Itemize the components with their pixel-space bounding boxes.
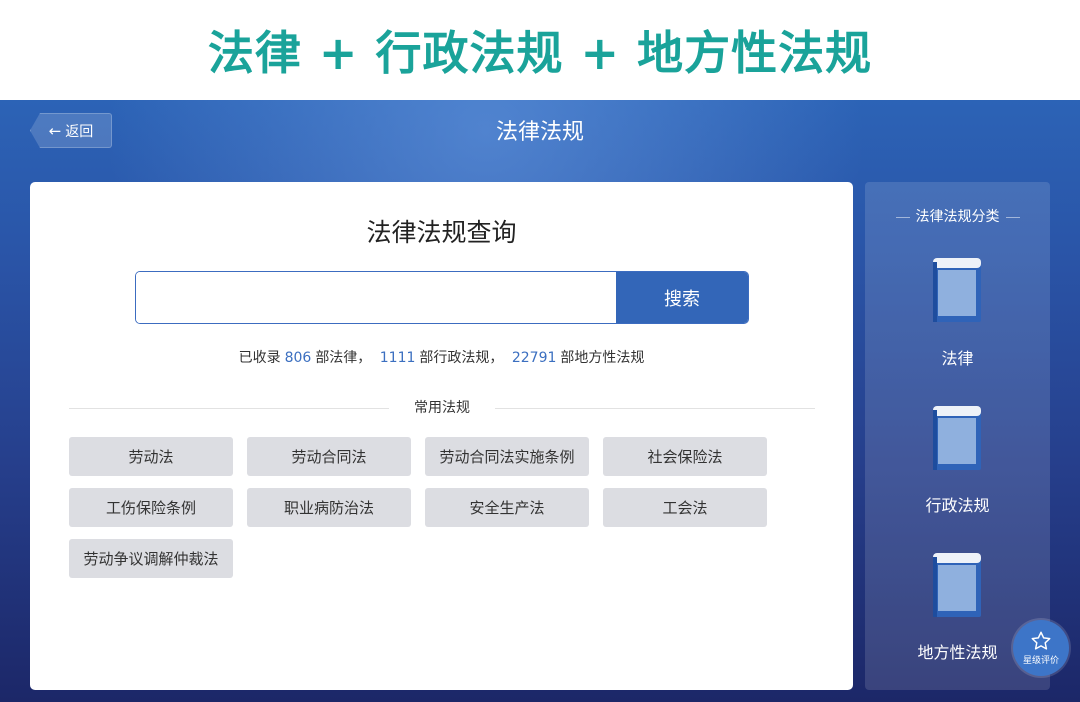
book-icon <box>933 553 981 617</box>
law-tag-work-injury-regulations[interactable]: 工伤保险条例 <box>69 488 233 527</box>
law-tag-labor-dispute-law[interactable]: 劳动争议调解仲裁法 <box>69 539 233 578</box>
book-icon <box>933 258 981 322</box>
local-count: 22791 <box>511 350 557 366</box>
law-tag-labor-contract-law[interactable]: 劳动合同法 <box>247 437 411 476</box>
search-input[interactable] <box>136 272 616 323</box>
common-laws-divider: 常用法规 <box>69 398 815 418</box>
admin-suffix: 部行政法规， <box>419 350 504 366</box>
category-label-law: 法律 <box>941 349 974 368</box>
collection-stats: 已收录 806 部法律， 1111 部行政法规， 22791 部地方性法规 <box>30 347 853 367</box>
law-tag-labor-contract-regulations[interactable]: 劳动合同法实施条例 <box>425 437 589 476</box>
category-item-law[interactable]: 法律 <box>865 256 1050 376</box>
kiosk-screen: ← 返回 法律法规 法律法规查询 搜索 已收录 806 部法律， 1111 部行政法规… <box>0 100 1080 702</box>
query-title: 法律法规查询 <box>366 218 517 247</box>
search-bar: 搜索 <box>135 271 749 324</box>
category-title-text: 法律法规分类 <box>915 209 1000 225</box>
law-count: 806 <box>284 350 312 366</box>
admin-count: 1111 <box>379 350 416 366</box>
rating-button[interactable]: 星级评价 <box>1013 620 1069 676</box>
divider-line-right <box>495 408 815 409</box>
stats-prefix: 已收录 <box>238 350 281 366</box>
rating-label: 星级评价 <box>1022 656 1059 666</box>
law-tag-labor-law[interactable]: 劳动法 <box>69 437 233 476</box>
local-suffix: 部地方性法规 <box>560 350 645 366</box>
law-suffix: 部法律， <box>315 350 372 366</box>
query-card: 法律法规查询 搜索 已收录 806 部法律， 1111 部行政法规， 22791 部地方… <box>30 182 853 690</box>
title-dash-right <box>1005 216 1020 218</box>
star-icon <box>1031 631 1051 650</box>
search-button[interactable]: 搜索 <box>616 272 748 323</box>
law-tag-trade-union-law[interactable]: 工会法 <box>603 488 767 527</box>
title-dash-left <box>895 216 910 218</box>
banner-title: 法律 + 行政法规 + 地方性法规 <box>207 26 873 80</box>
category-label-admin: 行政法规 <box>925 496 990 515</box>
law-tag-occupational-disease-law[interactable]: 职业病防治法 <box>247 488 411 527</box>
page-title: 法律法规 <box>495 120 584 145</box>
law-tag-work-safety-law[interactable]: 安全生产法 <box>425 488 589 527</box>
book-icon <box>933 406 981 470</box>
category-title: 法律法规分类 <box>865 206 1050 226</box>
category-panel: 法律法规分类 法律 行政法规 地方性法规 <box>865 182 1050 690</box>
law-tag-social-insurance-law[interactable]: 社会保险法 <box>603 437 767 476</box>
category-item-admin[interactable]: 行政法规 <box>865 404 1050 524</box>
